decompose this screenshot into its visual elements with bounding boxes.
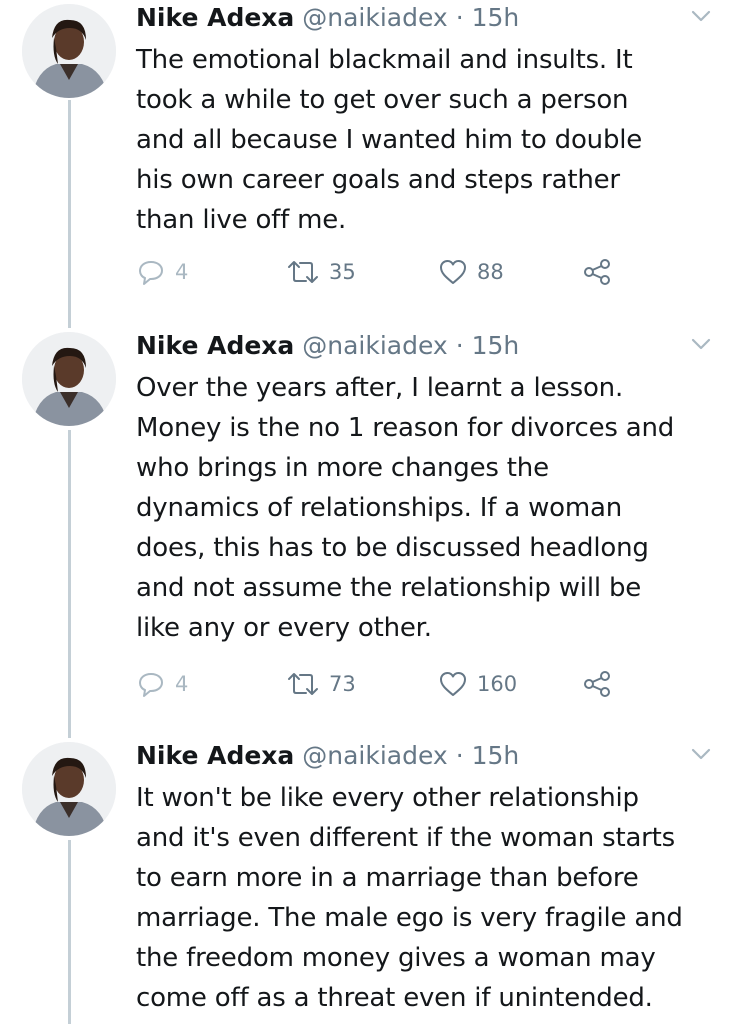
heart-icon — [440, 260, 466, 284]
share-nodes-icon — [584, 671, 610, 697]
author-handle[interactable]: @naikiadex — [302, 3, 447, 32]
chevron-down-icon[interactable] — [689, 744, 713, 764]
tweet-text: The emotional blackmail and insults. It … — [136, 45, 643, 235]
reply-button[interactable]: 4 — [136, 668, 188, 700]
share-button[interactable] — [582, 256, 612, 288]
avatar[interactable] — [22, 742, 116, 836]
tweet-header: Nike Adexa @naikiadex · 15h — [136, 328, 713, 364]
timestamp[interactable]: 15h — [472, 741, 520, 770]
thread-line — [68, 840, 71, 1024]
reply-count: 4 — [175, 260, 189, 284]
chevron-down-icon[interactable] — [689, 6, 713, 26]
avatar[interactable] — [22, 332, 116, 426]
author-name[interactable]: Nike Adexa — [136, 331, 294, 360]
thread-line — [68, 100, 71, 328]
reply-button[interactable]: 4 — [136, 256, 188, 288]
heart-icon — [440, 672, 466, 696]
thread-line — [68, 430, 71, 738]
tweet-text: Over the years after, I learnt a lesson.… — [136, 373, 675, 643]
retweet-count: 73 — [329, 672, 356, 696]
avatar[interactable] — [22, 4, 116, 98]
tweet-actions: 4 73 160 — [136, 668, 616, 700]
like-button[interactable]: 88 — [438, 256, 504, 288]
retweet-arrows-icon — [288, 261, 318, 283]
share-nodes-icon — [584, 259, 610, 285]
tweet-actions: 4 35 88 — [136, 256, 616, 288]
timestamp[interactable]: 15h — [472, 331, 520, 360]
timestamp[interactable]: 15h — [472, 3, 520, 32]
like-count: 88 — [477, 260, 504, 284]
author-handle[interactable]: @naikiadex — [302, 331, 447, 360]
speech-bubble-icon — [139, 673, 163, 697]
reply-count: 4 — [175, 672, 189, 696]
separator: · — [455, 3, 464, 32]
tweet-header: Nike Adexa @naikiadex · 15h — [136, 738, 713, 774]
author-name[interactable]: Nike Adexa — [136, 741, 294, 770]
author-handle[interactable]: @naikiadex — [302, 741, 447, 770]
retweet-arrows-icon — [288, 673, 318, 695]
retweet-button[interactable]: 73 — [286, 668, 356, 700]
share-button[interactable] — [582, 668, 612, 700]
separator: · — [455, 741, 464, 770]
tweet-text: It won't be like every other relationshi… — [136, 783, 683, 1013]
like-count: 160 — [477, 672, 518, 696]
retweet-count: 35 — [329, 260, 356, 284]
author-name[interactable]: Nike Adexa — [136, 3, 294, 32]
retweet-button[interactable]: 35 — [286, 256, 356, 288]
speech-bubble-icon — [139, 261, 163, 285]
chevron-down-icon[interactable] — [689, 334, 713, 354]
tweet-header: Nike Adexa @naikiadex · 15h — [136, 0, 713, 36]
like-button[interactable]: 160 — [438, 668, 517, 700]
separator: · — [455, 331, 464, 360]
